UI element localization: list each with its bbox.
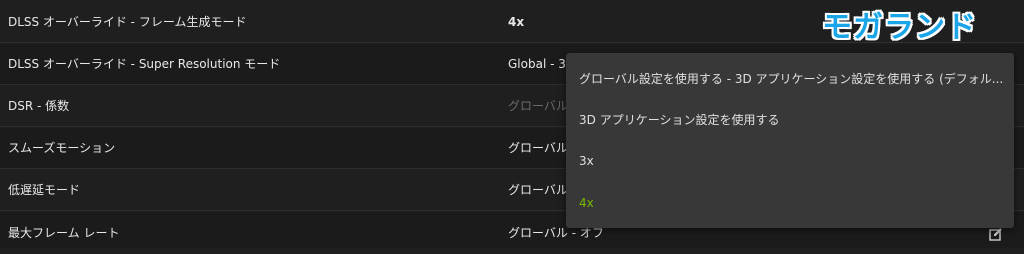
setting-label: DSR - 係数 bbox=[8, 99, 70, 113]
dropdown-option-use-3d-app-setting[interactable]: 3D アプリケーション設定を使用する bbox=[579, 110, 1004, 130]
setting-label: DLSS オーバーライド - Super Resolution モード bbox=[8, 57, 281, 71]
watermark-logo: モガランド bbox=[822, 10, 977, 45]
setting-value-select[interactable]: 4x bbox=[508, 2, 524, 43]
edit-icon[interactable] bbox=[989, 227, 1003, 241]
frame-generation-dropdown-menu: グローバル設定を使用する - 3D アプリケーション設定を使用する (デフォル.… bbox=[566, 53, 1014, 228]
dropdown-option-3x[interactable]: 3x bbox=[579, 151, 1004, 171]
dropdown-option-use-global-setting[interactable]: グローバル設定を使用する - 3D アプリケーション設定を使用する (デフォル.… bbox=[579, 69, 1004, 89]
setting-value-select[interactable]: グローバル bbox=[508, 86, 568, 127]
setting-value-select[interactable]: グローバル bbox=[508, 128, 568, 169]
setting-label: 低遅延モード bbox=[8, 183, 81, 197]
dropdown-option-4x-selected[interactable]: 4x bbox=[579, 193, 1004, 213]
setting-value-select[interactable]: グローバル bbox=[508, 170, 568, 211]
setting-label: スムーズモーション bbox=[8, 141, 116, 155]
setting-label: DLSS オーバーライド - フレーム生成モード bbox=[8, 15, 247, 29]
